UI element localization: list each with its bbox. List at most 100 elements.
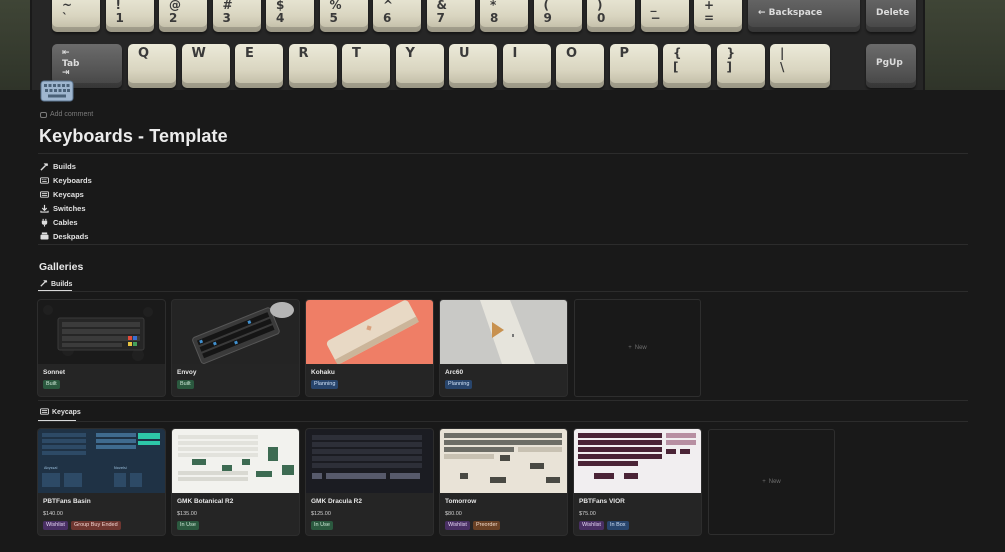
cover-key: P: [609, 44, 658, 88]
cover-key: O: [556, 44, 604, 88]
cover-key-legend: O: [566, 46, 578, 61]
card-price: $125.00: [311, 511, 331, 517]
keycaps-icon: [40, 190, 49, 199]
card-price: $80.00: [445, 511, 462, 517]
gallery-card-gmk-botanical-r2[interactable]: GMK Botanical R2 $135.00 In Use: [172, 429, 299, 535]
cover-key: & 7: [426, 0, 475, 32]
divider: [38, 400, 968, 401]
cover-key: I: [502, 44, 551, 88]
gallery-card-tomorrow[interactable]: Tomorrow $80.00 Wishlist Preorder: [440, 429, 567, 535]
builds-new-card-button[interactable]: + New: [574, 299, 701, 397]
svg-text:Novelsi: Novelsi: [114, 466, 127, 470]
cover-key: * 8: [480, 0, 528, 32]
cover-key: }]: [716, 44, 765, 88]
cover-key-legend: 9: [543, 11, 552, 25]
cover-key: ^ 6: [373, 0, 421, 32]
link-label: Keycaps: [53, 189, 84, 199]
cover-key-legend: R: [298, 46, 309, 61]
cover-key: % 5: [319, 0, 368, 32]
keycaps-new-card-button[interactable]: + New: [708, 429, 835, 535]
card-title: Kohaku: [311, 369, 335, 376]
cover-key: {[: [663, 44, 711, 88]
gallery-card-pbtfans-basin[interactable]: Abyssal Novelsi PBTFans Basin $140.00 Wi…: [38, 429, 165, 535]
link-label: Deskpads: [53, 231, 89, 241]
card-title: Tomorrow: [445, 498, 477, 505]
card-image: [306, 300, 433, 364]
cover-key-legend: 4: [276, 11, 285, 25]
keycaps-icon: [40, 408, 49, 417]
cover-key-legend: \: [780, 60, 785, 74]
link-deskpads[interactable]: Deskpads: [40, 229, 92, 243]
card-tags: Planning: [311, 380, 339, 389]
link-keyboards[interactable]: Keyboards: [40, 173, 92, 187]
card-title: GMK Botanical R2: [177, 498, 234, 505]
tab-builds[interactable]: Builds: [40, 279, 72, 289]
cover-key: R: [288, 44, 337, 88]
gallery-card-sonnet[interactable]: Sonnet Built: [38, 300, 165, 396]
status-badge: In Use: [177, 521, 199, 530]
cover-key-label: PgUp: [876, 58, 903, 68]
cover-key: | \: [770, 44, 830, 88]
deskpad-icon: [40, 232, 49, 241]
tab-label: Keycaps: [52, 409, 81, 416]
card-image: [574, 429, 701, 493]
status-badge: In Use: [311, 521, 333, 530]
cover-key-legend: W: [191, 46, 206, 61]
cover-key-legend: U: [459, 46, 470, 61]
cover-key-legend: 6: [383, 11, 392, 25]
cover-key-legend: Q: [138, 46, 150, 61]
cover-key: W: [181, 44, 230, 88]
tab-keycaps[interactable]: Keycaps: [40, 408, 81, 417]
gallery-card-envoy[interactable]: Envoy Built: [172, 300, 299, 396]
page-title[interactable]: Keyboards - Template: [39, 126, 228, 147]
status-badge: Planning: [445, 380, 473, 389]
gallery-card-pbtfans-vior[interactable]: PBTFans VIOR $75.00 Wishlist In Box: [574, 429, 701, 535]
page-keyboard-icon[interactable]: [40, 80, 74, 102]
cover-key-legend: 3: [222, 11, 231, 25]
card-title: Sonnet: [43, 369, 66, 376]
cover-key: + =: [694, 0, 742, 32]
status-badge: Wishlist: [445, 521, 470, 530]
status-badge: Wishlist: [43, 521, 68, 530]
cover-key: $4: [266, 0, 314, 32]
cover-key-legend: −: [650, 11, 661, 25]
cover-key-legend: 5: [329, 11, 338, 25]
gallery-card-gmk-dracula-r2[interactable]: GMK Dracula R2 $125.00 In Use: [306, 429, 433, 535]
card-price: $135.00: [177, 511, 197, 517]
link-builds[interactable]: Builds: [40, 159, 92, 173]
card-tags: Wishlist Preorder: [445, 521, 501, 530]
link-keycaps[interactable]: Keycaps: [40, 187, 92, 201]
cover-key: ~ `: [52, 0, 100, 32]
cover-key: @2: [159, 0, 207, 32]
page-cover: ~ `! 1 @2 #3 $4% 5 ^ 6 & 7 * 8(9) 0 _ − + = ← Backspace D…: [0, 0, 1005, 90]
cover-key-legend: 8: [490, 11, 499, 25]
cover-key: U: [449, 44, 497, 88]
tab-label: Builds: [51, 280, 73, 288]
cover-key-legend: `: [62, 11, 68, 25]
cover-key-pgup: PgUp: [866, 44, 916, 88]
cover-key-legend: ]: [726, 60, 732, 74]
comment-icon: [40, 111, 47, 118]
add-comment-button[interactable]: Add comment: [40, 111, 93, 118]
cover-key-legend: 2: [169, 11, 178, 25]
link-switches[interactable]: Switches: [40, 201, 92, 215]
divider: [38, 291, 968, 292]
hammer-icon: [40, 162, 49, 171]
cover-key-legend: =: [704, 11, 715, 25]
card-image: Abyssal Novelsi: [38, 429, 165, 493]
cover-key: E: [235, 44, 283, 88]
status-badge: Wishlist: [579, 521, 604, 530]
new-label: New: [768, 479, 781, 485]
gallery-card-kohaku[interactable]: Kohaku Planning: [306, 300, 433, 396]
gallery-card-arc60[interactable]: Arc60 Planning: [440, 300, 567, 396]
link-label: Keyboards: [53, 175, 92, 185]
svg-text:Abyssal: Abyssal: [44, 466, 57, 470]
cover-key-label: ← Backspace: [758, 8, 823, 18]
tab-arrow-icon: ⇤: [62, 48, 70, 58]
cover-key-backspace: ← Backspace: [748, 0, 860, 32]
card-tags: Planning: [445, 380, 473, 389]
divider: [38, 153, 968, 154]
link-cables[interactable]: Cables: [40, 215, 92, 229]
cover-key-legend: 7: [436, 11, 445, 25]
card-tags: Built: [43, 380, 60, 389]
